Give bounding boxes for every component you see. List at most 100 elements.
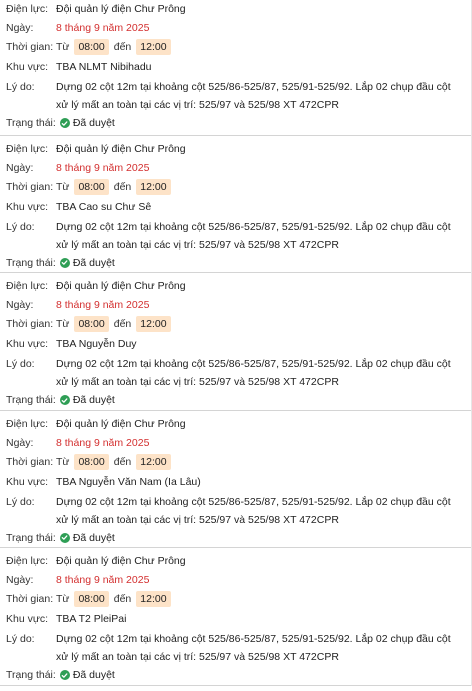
time-from-word: Từ <box>56 41 70 53</box>
time-row: Thời gian: Từ 08:00 đến 12:00 <box>6 38 463 56</box>
status-value: Đã duyệt <box>59 529 115 547</box>
reason-label: Lý do: <box>6 495 35 508</box>
reason-label: Lý do: <box>6 220 35 233</box>
status-value: Đã duyệt <box>59 666 115 684</box>
time-row: Thời gian: Từ 08:00 đến 12:00 <box>6 590 463 608</box>
unit-value: Đội quản lý điện Chư Prông <box>56 3 186 15</box>
date-label: Ngày: <box>6 22 34 34</box>
time-to-word: đến <box>113 455 132 468</box>
status-text: Đã duyệt <box>72 256 115 269</box>
reason-value: Dựng 02 cột 12m tại khoảng cột 525/86-52… <box>56 633 451 663</box>
reason-value: Dựng 02 cột 12m tại khoảng cột 525/86-52… <box>56 220 451 251</box>
time-from-chip: 08:00 <box>74 316 109 332</box>
reason-row: Lý do: Dựng 02 cột 12m tại khoảng cột 52… <box>6 630 463 666</box>
time-value: Từ 08:00 đến 12:00 <box>56 453 463 471</box>
reason-row: Lý do: Dựng 02 cột 12m tại khoảng cột 52… <box>6 78 463 114</box>
area-label: Khu vực: <box>6 475 49 488</box>
status-label: Trạng thái: <box>6 256 56 269</box>
area-value: TBA Nguyễn Văn Nam (Ia Lâu) <box>56 475 201 488</box>
unit-label: Điện lực: <box>6 3 49 15</box>
reason-label: Lý do: <box>6 358 35 370</box>
status-row: Trạng thái: Đã duyệt <box>6 529 463 547</box>
area-row: Khu vực: TBA Nguyễn Văn Nam (Ia Lâu) <box>6 473 463 491</box>
area-value: TBA Cao su Chư Sê <box>56 200 152 213</box>
outage-card: Điện lực: Đội quản lý điện Chư Prông Ngà… <box>0 273 471 411</box>
area-row: Khu vực: TBA T2 PleiPai <box>6 610 463 628</box>
check-circle-icon <box>59 118 70 128</box>
outage-card: Điện lực: Đội quản lý điện Chư Prông Ngà… <box>0 548 471 686</box>
time-value: Từ 08:00 đến 12:00 <box>56 315 463 333</box>
status-label: Trạng thái: <box>6 531 56 544</box>
reason-row: Lý do: Dựng 02 cột 12m tại khoảng cột 52… <box>6 218 463 254</box>
unit-value: Đội quản lý điện Chư Prông <box>56 280 186 292</box>
date-row: Ngày: 8 tháng 9 năm 2025 <box>6 434 463 452</box>
time-value: Từ 08:00 đến 12:00 <box>56 590 463 608</box>
time-label: Thời gian: <box>6 41 54 53</box>
area-label: Khu vực: <box>6 338 49 350</box>
time-label: Thời gian: <box>6 593 54 605</box>
time-label: Thời gian: <box>6 455 54 468</box>
unit-row: Điện lực: Đội quản lý điện Chư Prông <box>6 415 463 433</box>
time-value: Từ 08:00 đến 12:00 <box>56 38 463 56</box>
time-label: Thời gian: <box>6 180 54 193</box>
date-row: Ngày: 8 tháng 9 năm 2025 <box>6 571 463 589</box>
time-from-word: Từ <box>56 180 70 193</box>
area-label: Khu vực: <box>6 613 49 625</box>
status-text: Đã duyệt <box>72 531 115 544</box>
date-label: Ngày: <box>6 161 34 174</box>
outage-schedule-list: Điện lực: Đội quản lý điện Chư Prông Ngà… <box>0 0 472 686</box>
reason-row: Lý do: Dựng 02 cột 12m tại khoảng cột 52… <box>6 493 463 529</box>
time-to-word: đến <box>113 41 132 53</box>
area-label: Khu vực: <box>6 61 49 73</box>
reason-value: Dựng 02 cột 12m tại khoảng cột 525/86-52… <box>56 495 451 526</box>
date-row: Ngày: 8 tháng 9 năm 2025 <box>6 19 463 37</box>
time-to-chip: 12:00 <box>136 178 171 195</box>
time-from-chip: 08:00 <box>74 39 109 55</box>
status-value: Đã duyệt <box>59 254 115 272</box>
check-circle-icon <box>59 257 70 268</box>
date-row: Ngày: 8 tháng 9 năm 2025 <box>6 296 463 314</box>
status-label: Trạng thái: <box>6 117 56 129</box>
area-value: TBA Nguyễn Duy <box>56 338 137 350</box>
unit-row: Điện lực: Đội quản lý điện Chư Prông <box>6 277 463 295</box>
status-value: Đã duyệt <box>59 391 115 409</box>
date-label: Ngày: <box>6 299 34 311</box>
date-value: 8 tháng 9 năm 2025 <box>56 299 150 311</box>
status-value: Đã duyệt <box>59 114 115 132</box>
status-text: Đã duyệt <box>72 394 115 406</box>
reason-value: Dựng 02 cột 12m tại khoảng cột 525/86-52… <box>56 358 451 388</box>
time-row: Thời gian: Từ 08:00 đến 12:00 <box>6 315 463 333</box>
time-to-word: đến <box>113 593 132 605</box>
area-row: Khu vực: TBA NLMT Nibihadu <box>6 58 463 76</box>
status-row: Trạng thái: Đã duyệt <box>6 254 463 272</box>
date-value: 8 tháng 9 năm 2025 <box>56 436 150 449</box>
time-from-chip: 08:00 <box>74 453 109 470</box>
unit-row: Điện lực: Đội quản lý điện Chư Prông <box>6 552 463 570</box>
area-value: TBA T2 PleiPai <box>56 613 127 625</box>
area-row: Khu vực: TBA Nguyễn Duy <box>6 335 463 353</box>
outage-card: Điện lực: Đội quản lý điện Chư Prông Ngà… <box>0 0 471 136</box>
area-label: Khu vực: <box>6 200 49 213</box>
unit-row: Điện lực: Đội quản lý điện Chư Prông <box>6 140 463 158</box>
date-value: 8 tháng 9 năm 2025 <box>56 574 150 586</box>
outage-card: Điện lực: Đội quản lý điện Chư Prông Ngà… <box>0 411 471 548</box>
date-label: Ngày: <box>6 574 34 586</box>
status-label: Trạng thái: <box>6 669 56 681</box>
reason-value: Dựng 02 cột 12m tại khoảng cột 525/86-52… <box>56 81 451 111</box>
time-label: Thời gian: <box>6 318 54 330</box>
unit-value: Đội quản lý điện Chư Prông <box>56 555 186 567</box>
unit-label: Điện lực: <box>6 280 49 292</box>
reason-label: Lý do: <box>6 633 35 645</box>
time-from-word: Từ <box>56 318 70 330</box>
check-circle-icon <box>59 670 70 680</box>
area-row: Khu vực: TBA Cao su Chư Sê <box>6 198 463 216</box>
unit-value: Đội quản lý điện Chư Prông <box>56 142 186 155</box>
time-to-chip: 12:00 <box>136 453 171 470</box>
status-row: Trạng thái: Đã duyệt <box>6 391 463 409</box>
time-to-word: đến <box>113 180 132 193</box>
unit-value: Đội quản lý điện Chư Prông <box>56 417 186 430</box>
status-label: Trạng thái: <box>6 394 56 406</box>
status-row: Trạng thái: Đã duyệt <box>6 666 463 684</box>
date-row: Ngày: 8 tháng 9 năm 2025 <box>6 159 463 177</box>
unit-label: Điện lực: <box>6 417 49 430</box>
